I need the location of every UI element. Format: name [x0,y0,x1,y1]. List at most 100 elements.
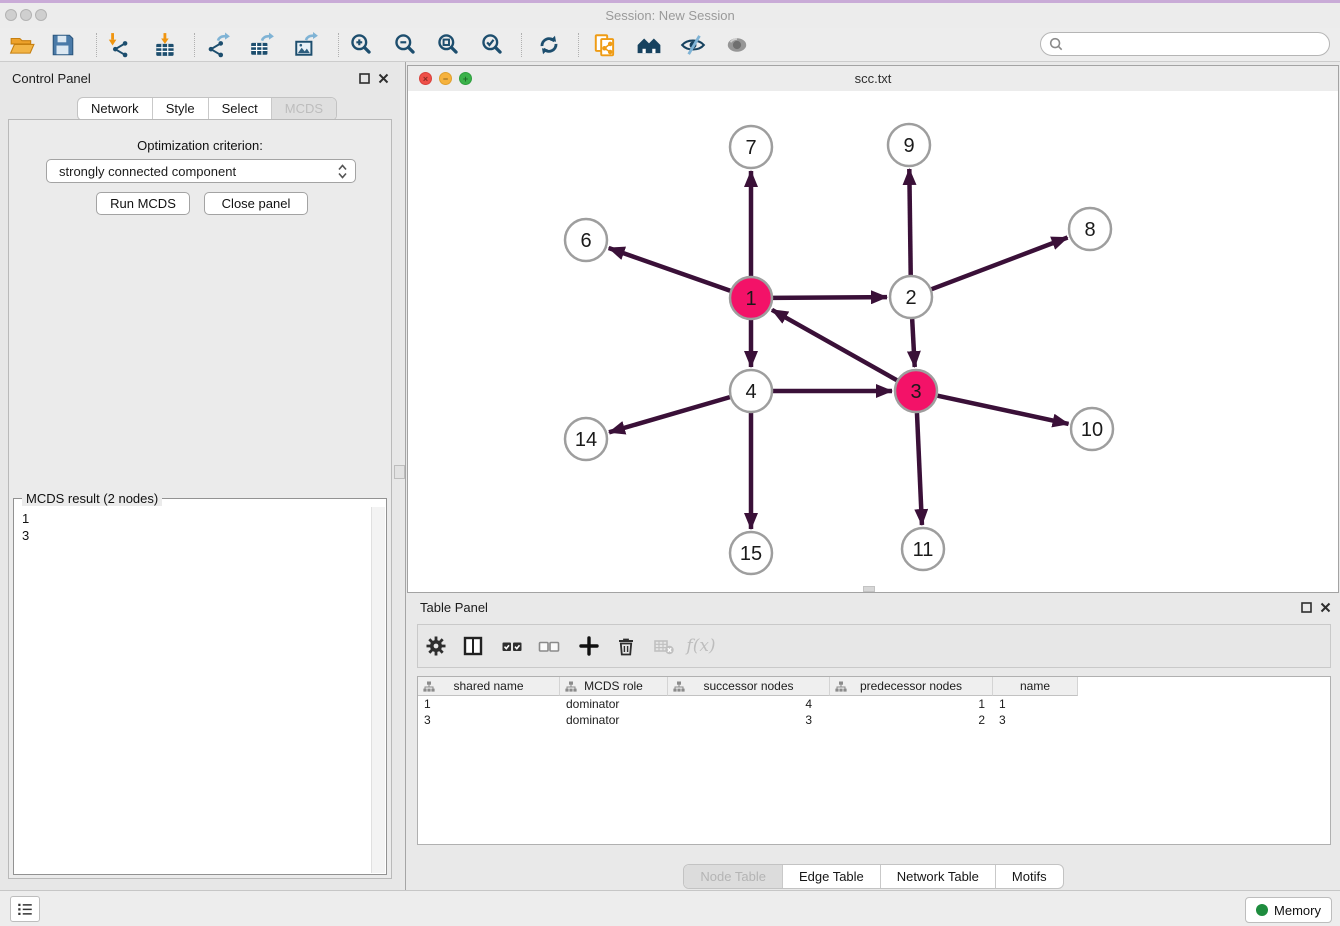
task-history-button[interactable] [10,896,40,922]
open-session-icon[interactable] [9,32,35,58]
graph-edge-1-6[interactable] [609,248,731,291]
select-all-rows-icon[interactable] [499,633,525,659]
network-canvas[interactable]: 1234678910111415 [408,91,1338,592]
optimization-label: Optimization criterion: [9,138,391,153]
table-cell[interactable]: dominator [560,697,668,711]
close-panel-button[interactable]: Close panel [204,192,308,215]
table-panel-title: Table Panel [420,600,488,615]
table-tabs-row: Node Table Edge Table Network Table Moti… [407,864,1340,889]
table-cell[interactable]: 1 [993,697,1078,711]
hierarchy-icon [565,681,577,692]
float-panel-icon[interactable] [358,72,371,85]
graph-edge-2-8[interactable] [932,238,1068,290]
tab-select[interactable]: Select [208,98,271,120]
table-row[interactable]: 1dominator411 [418,696,1330,712]
result-item[interactable]: 1 [22,510,364,527]
tab-edge-table[interactable]: Edge Table [782,865,880,888]
run-mcds-button[interactable]: Run MCDS [96,192,190,215]
memory-button[interactable]: Memory [1245,897,1332,923]
graph-node-label-8: 8 [1084,219,1095,241]
tab-network[interactable]: Network [78,98,152,120]
result-scrollbar[interactable] [371,507,385,873]
tab-style[interactable]: Style [152,98,208,120]
table-cell[interactable]: 3 [668,713,830,727]
toolbar-separator [194,33,195,57]
table-cell[interactable]: 3 [418,713,560,727]
graph-edge-4-14[interactable] [609,397,730,432]
table-cell[interactable]: 1 [830,697,993,711]
node-table-header: shared name MCDS role successor nodes pr… [418,677,1078,696]
tab-network-table[interactable]: Network Table [880,865,995,888]
network-snapshot-icon[interactable] [592,32,618,58]
tab-mcds[interactable]: MCDS [271,98,336,120]
graph-node-label-9: 9 [903,135,914,157]
search-input[interactable] [1064,35,1329,53]
search-icon [1048,36,1064,52]
export-image-icon[interactable] [293,32,319,58]
graph-edge-2-9[interactable] [909,169,910,275]
control-panel-title: Control Panel [12,71,91,86]
import-network-icon[interactable] [105,32,131,58]
delete-column-icon[interactable] [613,633,639,659]
table-cell[interactable]: 2 [830,713,993,727]
column-header-name[interactable]: name [993,677,1078,696]
float-table-panel-icon[interactable] [1300,601,1313,614]
vertical-splitter-handle[interactable] [394,465,405,479]
column-header-label: successor nodes [703,679,793,693]
list-icon [16,900,34,918]
status-bar: Memory [0,890,1340,926]
refresh-view-icon[interactable] [536,32,562,58]
network-window-title: scc.txt [408,66,1338,91]
graph-edge-2-3[interactable] [912,319,915,367]
column-header-shared-name[interactable]: shared name [418,677,560,696]
table-cell[interactable]: 4 [668,697,830,711]
table-cell[interactable]: dominator [560,713,668,727]
apply-preferred-layout-icon[interactable] [636,32,662,58]
mcds-result-box: MCDS result (2 nodes) 13 [13,491,387,875]
vertical-splitter[interactable] [405,62,406,890]
close-panel-icon[interactable] [377,72,390,85]
graph-edge-3-10[interactable] [938,396,1069,424]
save-session-icon[interactable] [50,32,76,58]
tab-node-table[interactable]: Node Table [684,865,782,888]
export-network-icon[interactable] [205,32,231,58]
network-canvas-svg: 1234678910111415 [408,91,1338,592]
graph-node-label-11: 11 [913,539,934,561]
column-header-predecessor-nodes[interactable]: predecessor nodes [830,677,993,696]
graph-edge-1-2[interactable] [773,297,887,298]
column-header-label: shared name [453,679,523,693]
zoom-fit-content-icon[interactable] [436,32,462,58]
column-settings-icon[interactable] [423,633,449,659]
table-cell[interactable]: 3 [993,713,1078,727]
toolbar-separator [338,33,339,57]
search-field [1040,32,1330,56]
hierarchy-icon [423,681,435,692]
delete-table-icon[interactable] [651,633,677,659]
birdseye-view-icon[interactable] [724,32,750,58]
function-builder-icon[interactable]: f(x) [688,633,714,659]
table-cell[interactable]: 1 [418,697,560,711]
toolbar-separator [521,33,522,57]
column-header-successor-nodes[interactable]: successor nodes [668,677,830,696]
horizontal-splitter-handle[interactable] [863,586,875,592]
column-header-MCDS-role[interactable]: MCDS role [560,677,668,696]
export-table-icon[interactable] [249,32,275,58]
graph-edge-3-1[interactable] [772,310,897,380]
close-table-panel-icon[interactable] [1319,601,1332,614]
zoom-in-icon[interactable] [349,32,375,58]
create-column-icon[interactable] [576,633,602,659]
show-graphics-details-icon[interactable] [680,32,706,58]
zoom-selected-icon[interactable] [480,32,506,58]
optimization-select[interactable]: strongly connected component [46,159,356,183]
result-item[interactable]: 3 [22,527,364,544]
toggle-panel-mode-icon[interactable] [460,633,486,659]
zoom-out-icon[interactable] [393,32,419,58]
hierarchy-icon [835,681,847,692]
table-row[interactable]: 3dominator323 [418,712,1330,728]
tab-motifs[interactable]: Motifs [995,865,1063,888]
import-table-icon[interactable] [153,32,179,58]
deselect-all-rows-icon[interactable] [536,633,562,659]
graph-edge-3-11[interactable] [917,413,922,525]
network-window-titlebar: × − + scc.txt [408,66,1338,92]
graph-node-label-6: 6 [580,230,591,252]
